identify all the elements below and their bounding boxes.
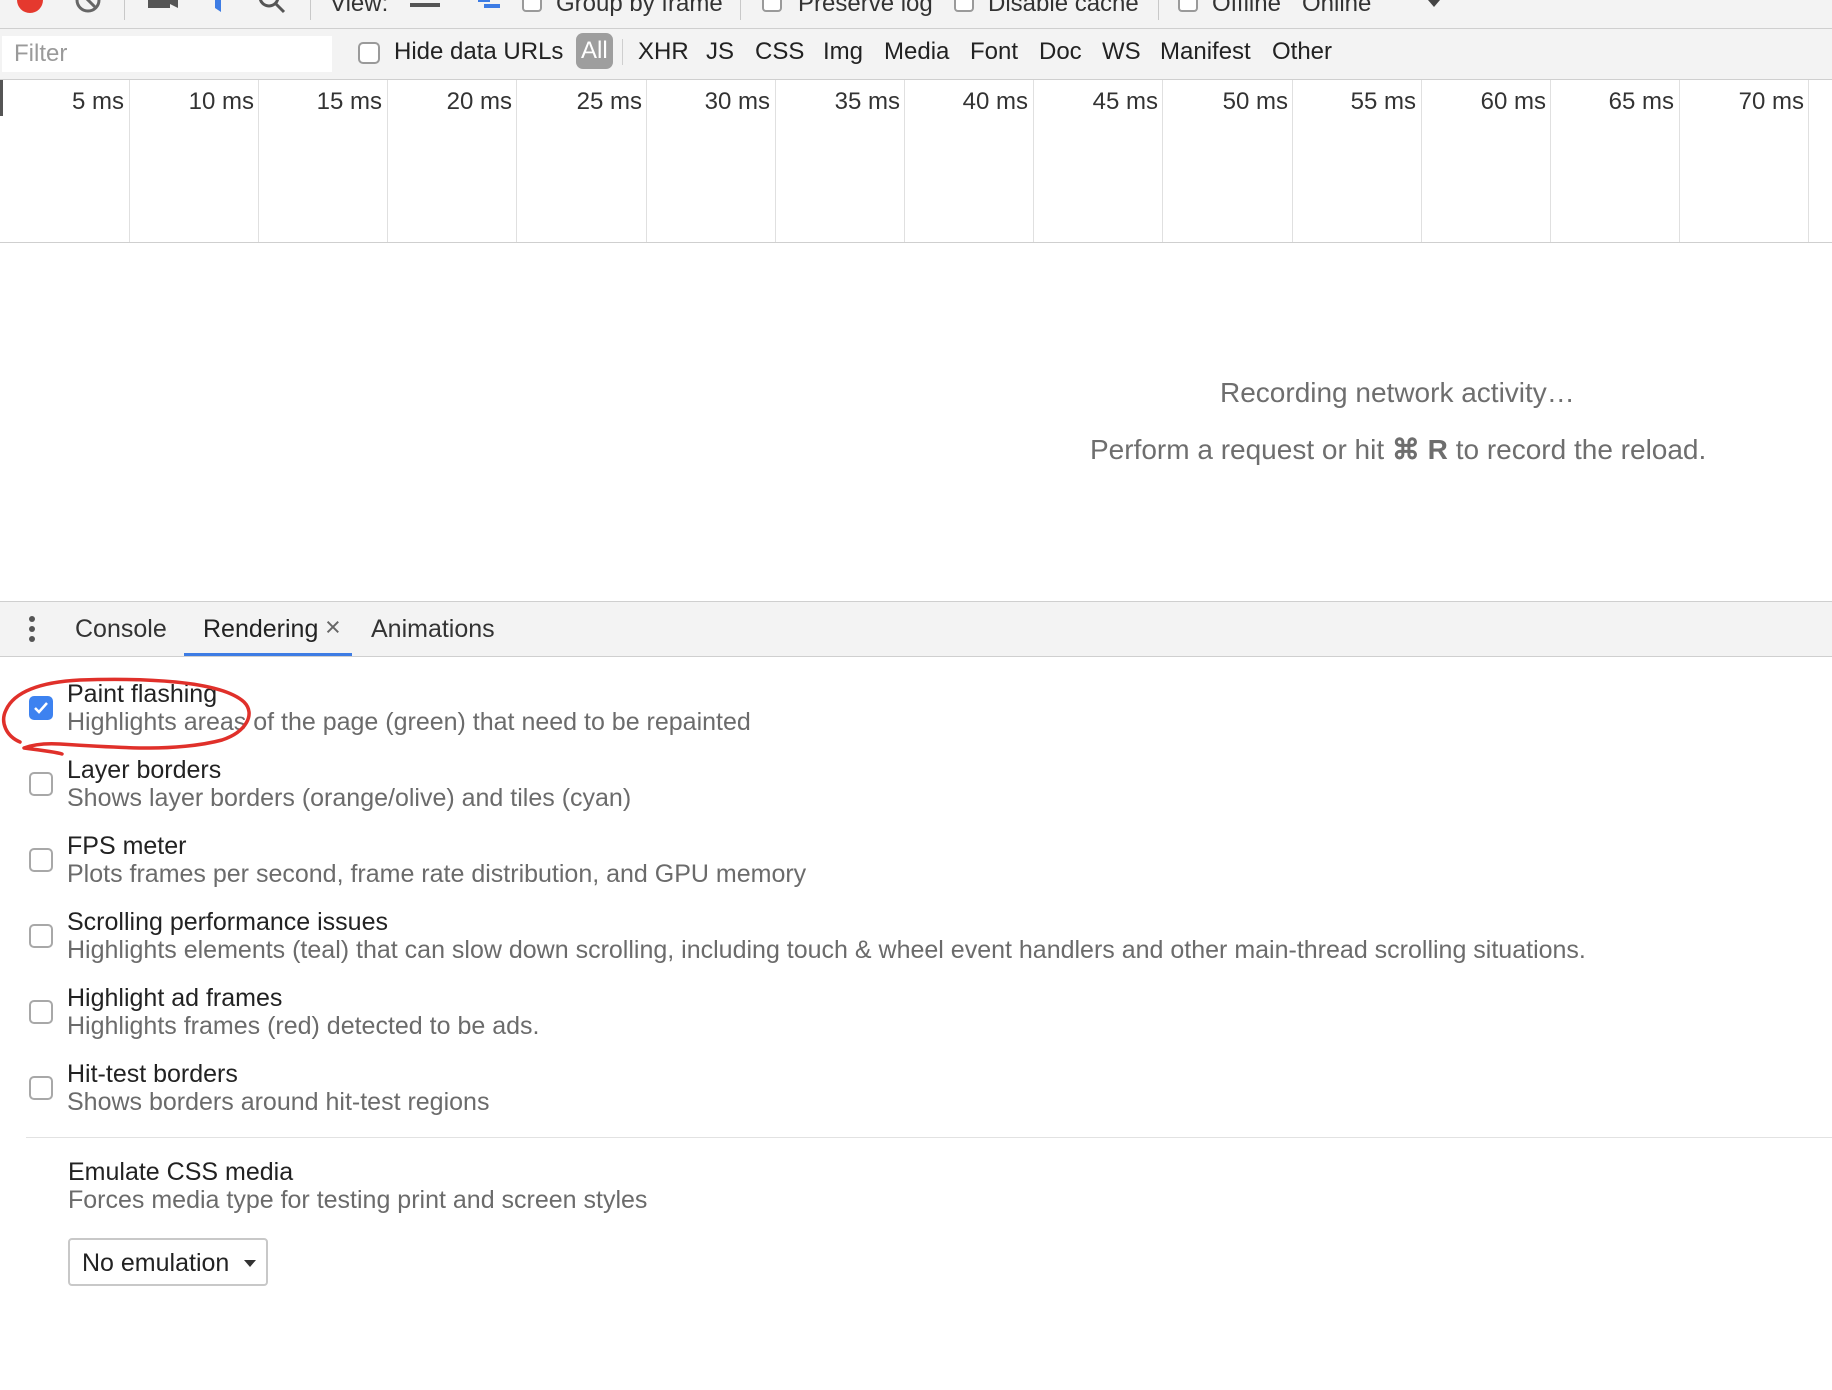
clear-icon[interactable] (74, 0, 102, 14)
layer-borders-desc: Shows layer borders (orange/olive) and t… (67, 784, 632, 812)
timeline-overview[interactable]: 5 ms 10 ms 15 ms 20 ms 25 ms 30 ms 35 ms… (0, 80, 1832, 243)
timeline-tick: 10 ms (188, 88, 254, 115)
timeline-tick: 25 ms (576, 88, 642, 115)
chevron-down-icon[interactable] (1428, 0, 1440, 8)
preserve-log-checkbox[interactable] (762, 0, 782, 12)
more-menu-icon[interactable] (28, 615, 36, 643)
hide-data-urls-checkbox[interactable] (358, 42, 380, 64)
fps-meter-title: FPS meter (67, 832, 187, 860)
timeline-tick: 55 ms (1350, 88, 1416, 115)
filter-funnel-icon[interactable] (205, 0, 231, 14)
view-label: View: (330, 0, 389, 17)
screenshot-camera-icon[interactable] (148, 0, 178, 10)
hit-test-borders-desc: Shows borders around hit-test regions (67, 1088, 490, 1116)
throttling-select[interactable]: Online (1302, 0, 1371, 18)
timeline-tick: 30 ms (704, 88, 770, 115)
timeline-tick: 45 ms (1092, 88, 1158, 115)
tab-animations[interactable]: Animations (371, 615, 495, 644)
hit-test-borders-checkbox[interactable] (29, 1076, 53, 1100)
highlight-ad-frames-checkbox[interactable] (29, 1000, 53, 1024)
layer-borders-title: Layer borders (67, 756, 222, 784)
reload-hint-suffix: to record the reload. (1455, 434, 1707, 465)
highlight-ad-frames-title: Highlight ad frames (67, 984, 283, 1012)
search-icon[interactable] (258, 0, 286, 14)
record-icon[interactable] (16, 0, 44, 14)
type-filter-manifest[interactable]: Manifest (1160, 38, 1251, 66)
type-filter-media[interactable]: Media (884, 38, 949, 66)
recording-status-text: Recording network activity… (1220, 377, 1575, 408)
disable-cache-label: Disable cache (988, 0, 1139, 17)
type-filter-all[interactable]: All (576, 33, 613, 69)
disable-cache-checkbox[interactable] (954, 0, 974, 12)
overview-drag-handle[interactable] (0, 80, 3, 116)
highlight-ad-frames-desc: Highlights frames (red) detected to be a… (67, 1012, 540, 1040)
type-filter-css[interactable]: CSS (755, 38, 804, 66)
filter-input[interactable] (2, 36, 332, 72)
close-tab-icon[interactable]: × (325, 612, 341, 643)
emulate-css-media-title: Emulate CSS media (68, 1158, 294, 1186)
scrolling-performance-title: Scrolling performance issues (67, 908, 388, 936)
type-filter-img[interactable]: Img (823, 38, 863, 66)
timeline-tick: 65 ms (1608, 88, 1674, 115)
timeline-tick: 20 ms (446, 88, 512, 115)
emulate-css-media-desc: Forces media type for testing print and … (68, 1186, 648, 1214)
annotation-circle-icon (1, 677, 251, 756)
emulate-css-media-select[interactable]: No emulation (68, 1238, 268, 1286)
waterfall-overview-icon[interactable] (470, 0, 500, 12)
timeline-tick: 50 ms (1222, 88, 1288, 115)
hit-test-borders-title: Hit-test borders (67, 1060, 238, 1088)
offline-label: Offline (1212, 0, 1281, 17)
offline-checkbox[interactable] (1178, 0, 1198, 12)
scrolling-performance-desc: Highlights elements (teal) that can slow… (67, 936, 1586, 964)
type-filter-other[interactable]: Other (1272, 38, 1332, 66)
drawer-tabbar: Console Rendering × Animations (0, 601, 1832, 657)
timeline-tick: 40 ms (962, 88, 1028, 115)
fps-meter-desc: Plots frames per second, frame rate dist… (67, 860, 807, 888)
timeline-tick: 70 ms (1738, 88, 1804, 115)
timeline-tick: 5 ms (71, 88, 124, 115)
emulate-css-media-value: No emulation (82, 1249, 230, 1277)
hide-data-urls-label: Hide data URLs (394, 38, 564, 65)
type-filter-ws[interactable]: WS (1102, 38, 1141, 66)
reload-shortcut-key: ⌘ R (1391, 434, 1448, 465)
tab-rendering[interactable]: Rendering (203, 615, 318, 644)
type-filter-font[interactable]: Font (970, 38, 1018, 66)
network-toolbar: View: Group by frame Preserve log Disabl… (0, 0, 1832, 29)
preserve-log-label: Preserve log (798, 0, 933, 17)
scrolling-performance-checkbox[interactable] (29, 924, 53, 948)
type-filter-xhr[interactable]: XHR (638, 38, 689, 66)
timeline-tick: 35 ms (834, 88, 900, 115)
network-request-list: Recording network activity… Perform a re… (0, 243, 1832, 601)
dropdown-arrow-icon (244, 1260, 256, 1267)
large-rows-icon[interactable] (410, 0, 440, 12)
tab-console[interactable]: Console (75, 615, 167, 644)
fps-meter-checkbox[interactable] (29, 848, 53, 872)
group-by-frame-label: Group by frame (556, 0, 723, 17)
timeline-tick: 60 ms (1480, 88, 1546, 115)
reload-hint-text: Perform a request or hit ⌘ R to record t… (1090, 433, 1706, 466)
timeline-tick: 15 ms (316, 88, 382, 115)
layer-borders-checkbox[interactable] (29, 772, 53, 796)
type-filter-doc[interactable]: Doc (1039, 38, 1082, 66)
group-by-frame-checkbox[interactable] (522, 0, 542, 12)
section-divider (26, 1137, 1832, 1138)
reload-hint-prefix: Perform a request or hit (1090, 434, 1385, 465)
filter-bar: Hide data URLs All XHR JS CSS Img Media … (0, 29, 1832, 80)
type-filter-js[interactable]: JS (706, 38, 734, 66)
